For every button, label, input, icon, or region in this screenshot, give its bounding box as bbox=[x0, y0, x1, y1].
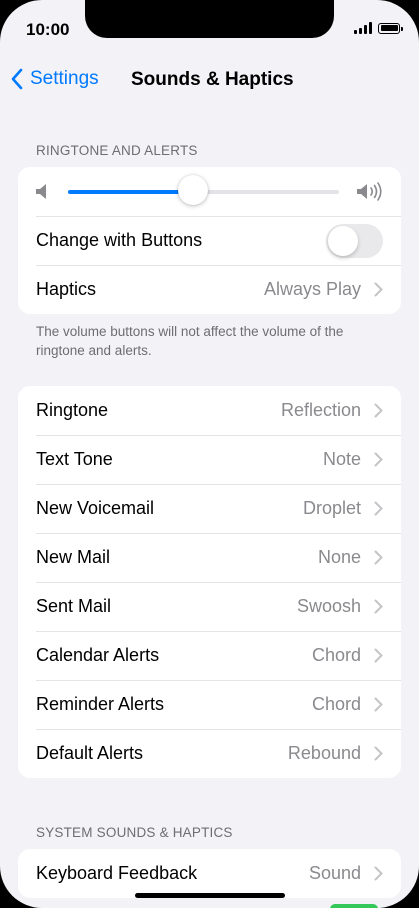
battery-icon bbox=[378, 22, 403, 34]
system-sounds-group: Keyboard Feedback Sound bbox=[18, 849, 401, 898]
home-indicator bbox=[135, 893, 285, 898]
sounds-list-group: Ringtone Reflection Text Tone Note New Voice… bbox=[18, 386, 401, 778]
volume-high-icon bbox=[357, 182, 382, 201]
haptics-label: Haptics bbox=[36, 279, 97, 299]
sound-row[interactable]: New Voicemail Droplet bbox=[18, 484, 401, 533]
sound-row-label: Sent Mail bbox=[36, 596, 112, 616]
chevron-right-icon bbox=[374, 452, 383, 467]
volume-row bbox=[18, 167, 401, 216]
keyboard-feedback-value: Sound bbox=[308, 863, 361, 883]
toggle-partial[interactable] bbox=[330, 904, 378, 908]
volume-slider-knob[interactable] bbox=[177, 175, 208, 205]
sound-row-value: Note bbox=[322, 449, 361, 469]
cellular-signal-icon bbox=[354, 22, 372, 34]
navigation-bar: Settings Sounds & Haptics bbox=[0, 62, 419, 100]
sound-row[interactable]: Reminder Alerts Chord bbox=[18, 680, 401, 729]
chevron-right-icon bbox=[374, 501, 383, 516]
sound-row[interactable]: Ringtone Reflection bbox=[18, 386, 401, 435]
sound-row-value: Reflection bbox=[280, 400, 361, 420]
chevron-right-icon bbox=[374, 648, 383, 663]
section-header-ringtone: RINGTONE AND ALERTS bbox=[36, 143, 198, 158]
chevron-right-icon bbox=[374, 599, 383, 614]
back-button[interactable]: Settings bbox=[10, 68, 99, 90]
status-icons bbox=[354, 22, 403, 34]
haptics-value: Always Play bbox=[263, 279, 361, 299]
chevron-right-icon bbox=[374, 403, 383, 418]
chevron-right-icon bbox=[374, 866, 383, 881]
volume-slider-fill bbox=[68, 190, 193, 194]
sound-row-value: Swoosh bbox=[296, 596, 361, 616]
sound-row-label: Default Alerts bbox=[36, 743, 144, 763]
notch bbox=[85, 0, 334, 38]
haptics-row[interactable]: Haptics Always Play bbox=[18, 265, 401, 314]
chevron-right-icon bbox=[374, 697, 383, 712]
sound-row-value: Rebound bbox=[287, 743, 361, 763]
toggle-thumb bbox=[328, 226, 358, 256]
sound-row[interactable]: New Mail None bbox=[18, 533, 401, 582]
sound-row-label: New Voicemail bbox=[36, 498, 155, 518]
sound-row-value: None bbox=[317, 547, 361, 567]
sound-row[interactable]: Calendar Alerts Chord bbox=[18, 631, 401, 680]
change-with-buttons-row: Change with Buttons bbox=[18, 216, 401, 265]
status-time: 10:00 bbox=[26, 20, 70, 39]
chevron-right-icon bbox=[374, 550, 383, 565]
sound-row-label: Text Tone bbox=[36, 449, 113, 469]
screen: 10:00 Settings Sounds & Haptics RINGTONE… bbox=[0, 0, 419, 908]
keyboard-feedback-row[interactable]: Keyboard Feedback Sound bbox=[18, 849, 401, 898]
page-title: Sounds & Haptics bbox=[131, 69, 294, 90]
change-with-buttons-toggle[interactable] bbox=[326, 224, 383, 258]
sound-row-label: Reminder Alerts bbox=[36, 694, 165, 714]
volume-low-icon bbox=[36, 184, 46, 199]
sound-row-label: Ringtone bbox=[36, 400, 109, 420]
sound-row-value: Chord bbox=[311, 694, 361, 714]
sound-row[interactable]: Default Alerts Rebound bbox=[18, 729, 401, 778]
ringtone-alerts-group: Change with Buttons Haptics Always Play bbox=[18, 167, 401, 314]
sound-row-value: Droplet bbox=[302, 498, 361, 518]
back-button-label: Settings bbox=[30, 68, 99, 89]
sound-row-value: Chord bbox=[311, 645, 361, 665]
sound-row-label: New Mail bbox=[36, 547, 111, 567]
chevron-right-icon bbox=[374, 282, 383, 297]
chevron-right-icon bbox=[374, 746, 383, 761]
change-with-buttons-label: Change with Buttons bbox=[36, 230, 203, 250]
sound-row-label: Calendar Alerts bbox=[36, 645, 160, 665]
section-header-system: SYSTEM SOUNDS & HAPTICS bbox=[36, 825, 233, 840]
sound-row[interactable]: Text Tone Note bbox=[18, 435, 401, 484]
chevron-left-icon bbox=[11, 68, 23, 90]
sound-row[interactable]: Sent Mail Swoosh bbox=[18, 582, 401, 631]
volume-footnote: The volume buttons will not affect the v… bbox=[36, 324, 344, 358]
keyboard-feedback-label: Keyboard Feedback bbox=[36, 863, 198, 883]
